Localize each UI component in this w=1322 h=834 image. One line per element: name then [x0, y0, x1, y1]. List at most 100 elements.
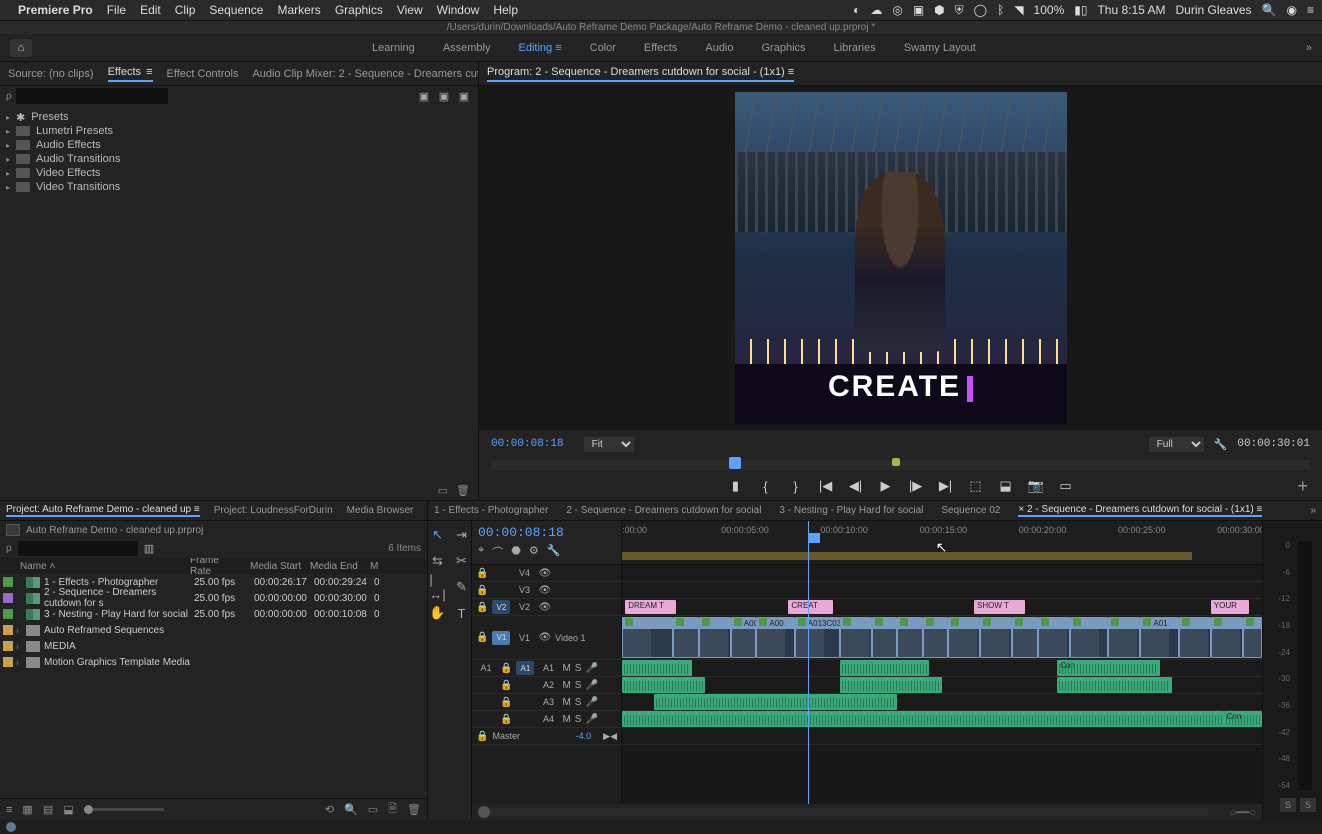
- track-row[interactable]: [622, 677, 1262, 694]
- tree-audio-effects[interactable]: ▸Audio Effects: [6, 138, 472, 152]
- track-header[interactable]: 🔒A3MS🎤: [472, 694, 621, 711]
- timeline-tab[interactable]: × 2 - Sequence - Dreamers cutdown for so…: [1018, 504, 1262, 517]
- clip[interactable]: [622, 711, 1224, 727]
- ws-audio[interactable]: Audio: [705, 42, 733, 54]
- workspace-overflow-icon[interactable]: »: [1306, 42, 1312, 54]
- voice-icon[interactable]: 🎤: [585, 714, 597, 725]
- voice-icon[interactable]: 🎤: [585, 680, 597, 691]
- expand-icon[interactable]: ▶◀: [603, 731, 617, 742]
- timeline-ruler[interactable]: :00:0000:00:05:0000:00:10:0000:00:15:000…: [622, 521, 1262, 564]
- solo-icon[interactable]: S: [575, 714, 582, 725]
- project-row[interactable]: ›MEDIA: [0, 638, 427, 654]
- settings-icon[interactable]: ⚙: [529, 544, 539, 560]
- clip[interactable]: [622, 660, 692, 676]
- auto-match-button[interactable]: ⟲: [325, 803, 334, 816]
- lock-icon[interactable]: 🔒: [476, 585, 488, 596]
- notifications-icon[interactable]: ≡: [1307, 3, 1314, 17]
- wrench-icon[interactable]: 🔧: [547, 544, 561, 560]
- shield-icon[interactable]: ⛨: [955, 3, 964, 18]
- toggle-output-icon[interactable]: M: [562, 680, 570, 691]
- clip[interactable]: [654, 694, 897, 710]
- menu-graphics[interactable]: Graphics: [335, 3, 383, 17]
- ripple-tool[interactable]: ⇆: [430, 553, 446, 569]
- program-monitor[interactable]: CREATE: [479, 86, 1322, 430]
- extract-button[interactable]: ⬓: [998, 478, 1014, 494]
- track-header[interactable]: 🔒V2V2👁: [472, 599, 621, 616]
- project-tab-2[interactable]: Media Browser: [347, 505, 414, 516]
- ws-assembly[interactable]: Assembly: [443, 42, 491, 54]
- clock[interactable]: Thu 8:15 AM: [1097, 3, 1165, 17]
- col-m[interactable]: M: [366, 561, 386, 572]
- menu-clip[interactable]: Clip: [175, 3, 196, 17]
- col-mediastart[interactable]: Media Start: [246, 561, 306, 572]
- timeline-tab[interactable]: Sequence 02: [941, 505, 1000, 516]
- clip[interactable]: [1070, 617, 1108, 658]
- toggle-output-icon[interactable]: M: [562, 714, 570, 725]
- menu-help[interactable]: Help: [493, 3, 518, 17]
- toggle-output-icon[interactable]: 👁: [538, 585, 551, 596]
- voice-icon[interactable]: 🎤: [585, 697, 597, 708]
- lock-icon[interactable]: 🔒: [500, 714, 512, 725]
- track-row[interactable]: Con: [622, 711, 1262, 728]
- ws-libraries[interactable]: Libraries: [834, 42, 876, 54]
- project-row[interactable]: ›Auto Reframed Sequences: [0, 622, 427, 638]
- voice-icon[interactable]: 🎤: [585, 663, 597, 674]
- col-mediaend[interactable]: Media End: [306, 561, 366, 572]
- menu-sequence[interactable]: Sequence: [209, 3, 263, 17]
- bluetooth-icon[interactable]: ᛒ: [997, 3, 1004, 17]
- freeform-view-button[interactable]: ▤: [43, 803, 53, 816]
- play-button[interactable]: ▶: [878, 478, 894, 494]
- snap-icon[interactable]: ⌖: [478, 544, 484, 560]
- track-header[interactable]: 🔒V3👁: [472, 582, 621, 599]
- track-row[interactable]: Con: [622, 660, 1262, 677]
- find-button[interactable]: 🔍: [344, 803, 358, 816]
- effects-search-input[interactable]: [16, 88, 168, 104]
- timeline-timecode[interactable]: 00:00:08:18: [478, 525, 615, 540]
- clip[interactable]: [1038, 617, 1070, 658]
- toggle-output-icon[interactable]: 👁: [538, 602, 551, 613]
- solo-left-button[interactable]: S: [1280, 798, 1296, 812]
- clip[interactable]: [1243, 617, 1262, 658]
- hand-tool[interactable]: ✋: [430, 605, 446, 621]
- clip[interactable]: A00: [731, 617, 757, 658]
- track-row[interactable]: [622, 694, 1262, 711]
- clip[interactable]: Con: [1057, 660, 1159, 676]
- tab-effect-controls[interactable]: Effect Controls: [167, 68, 239, 80]
- slip-tool[interactable]: |↔|: [430, 579, 446, 595]
- clip[interactable]: [1179, 617, 1211, 658]
- toggle-output-icon[interactable]: M: [562, 697, 570, 708]
- menu-file[interactable]: File: [107, 3, 126, 17]
- new-bin-button[interactable]: ▭: [368, 803, 378, 816]
- track-header[interactable]: 🔒A2MS🎤: [472, 677, 621, 694]
- sort-button[interactable]: ⬓: [63, 803, 73, 816]
- goto-out-button[interactable]: ▶|: [938, 478, 954, 494]
- preset-badge-icon[interactable]: ▣: [416, 89, 432, 103]
- tree-video-transitions[interactable]: ▸Video Transitions: [6, 180, 472, 194]
- timeline-tab[interactable]: 2 - Sequence - Dreamers cutdown for soci…: [566, 505, 761, 516]
- program-timecode-left[interactable]: 00:00:08:18: [491, 438, 564, 450]
- cc-icon2[interactable]: ▣: [913, 3, 924, 17]
- ws-color[interactable]: Color: [590, 42, 616, 54]
- new-bin-icon[interactable]: ▭: [438, 484, 448, 497]
- clip[interactable]: CREAT: [788, 600, 833, 614]
- clip[interactable]: [872, 617, 898, 658]
- link-icon[interactable]: ⌒: [492, 544, 503, 560]
- add-button[interactable]: +: [1297, 476, 1308, 497]
- pen-tool[interactable]: ✎: [454, 579, 470, 595]
- clip[interactable]: [673, 617, 699, 658]
- lock-icon[interactable]: 🔒: [500, 663, 512, 674]
- clip[interactable]: [1211, 617, 1243, 658]
- timeline-tab[interactable]: 3 - Nesting - Play Hard for social: [779, 505, 923, 516]
- battery-icon[interactable]: ▮▯: [1074, 3, 1087, 17]
- timeline-zoom-handle[interactable]: ○━━○: [1229, 806, 1256, 819]
- track-header[interactable]: A1🔒A1A1MS🎤: [472, 660, 621, 677]
- ws-effects[interactable]: Effects: [644, 42, 677, 54]
- list-view-button[interactable]: ≡: [6, 804, 12, 816]
- project-row[interactable]: 3 - Nesting - Play Hard for social25.00 …: [0, 606, 427, 622]
- timeline-tab[interactable]: 1 - Effects - Photographer: [434, 505, 548, 516]
- icon-view-button[interactable]: ▦: [22, 803, 32, 816]
- home-button[interactable]: ⌂: [10, 39, 32, 57]
- export-frame-button[interactable]: 📷: [1028, 478, 1044, 494]
- user-name[interactable]: Durin Gleaves: [1176, 3, 1252, 17]
- toggle-output-icon[interactable]: M: [562, 663, 570, 674]
